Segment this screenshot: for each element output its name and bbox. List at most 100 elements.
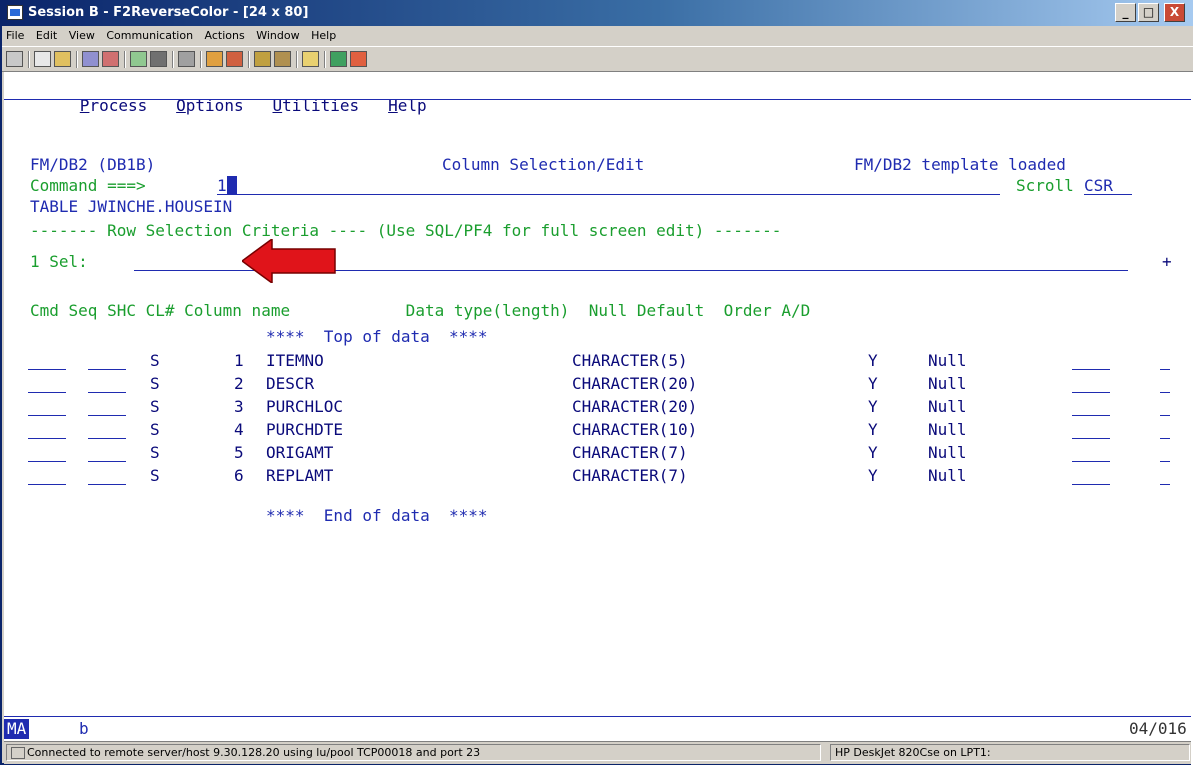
terminal-screen[interactable]: Process Options Utilities Help FM/DB2 (D…: [4, 72, 1191, 716]
minimize-button[interactable]: _: [1115, 3, 1136, 22]
null-flag: Y: [868, 420, 878, 439]
receive-file-icon[interactable]: [102, 51, 119, 67]
connection-icon: [11, 747, 25, 759]
sel-label: 1 Sel:: [30, 252, 88, 271]
order-field[interactable]: [1072, 351, 1110, 370]
copy-icon[interactable]: [34, 51, 51, 67]
window-title: Session B - F2ReverseColor - [24 x 80]: [28, 5, 309, 20]
maximize-button[interactable]: □: [1138, 3, 1159, 22]
data-type: CHARACTER(20): [572, 374, 698, 393]
seq-field[interactable]: [88, 466, 126, 485]
cmd-field[interactable]: [28, 420, 66, 439]
keypad-icon[interactable]: [130, 51, 147, 67]
menu-window[interactable]: Window: [252, 26, 303, 46]
seq-field[interactable]: [88, 420, 126, 439]
default-value: Null: [928, 374, 967, 393]
cmd-field[interactable]: [28, 397, 66, 416]
asc-desc-field[interactable]: [1160, 351, 1170, 370]
send-file-icon[interactable]: [82, 51, 99, 67]
menu-communication[interactable]: Communication: [102, 26, 197, 46]
column-name: ITEMNO: [266, 351, 324, 370]
seq-field[interactable]: [88, 397, 126, 416]
globe-icon[interactable]: [330, 51, 347, 67]
seq-field[interactable]: [88, 351, 126, 370]
column-number: 4: [234, 420, 244, 439]
order-field[interactable]: [1072, 420, 1110, 439]
seq-field[interactable]: [88, 374, 126, 393]
column-name: PURCHDTE: [266, 420, 344, 439]
column-number: 6: [234, 466, 244, 485]
column-number: 1: [234, 351, 244, 370]
oia-session: b: [79, 719, 89, 738]
emulator-window: Session B - F2ReverseColor - [24 x 80] _…: [0, 0, 1193, 765]
column-name: REPLAMT: [266, 466, 334, 485]
command-input[interactable]: 1: [217, 176, 1000, 195]
status-bar: Connected to remote server/host 9.30.128…: [4, 741, 1191, 764]
menu-view[interactable]: View: [65, 26, 99, 46]
asc-desc-field[interactable]: [1160, 466, 1170, 485]
order-field[interactable]: [1072, 466, 1110, 485]
column-name: DESCR: [266, 374, 315, 393]
cursor-position: 04/016: [1129, 719, 1187, 738]
column-number: 3: [234, 397, 244, 416]
null-flag: Y: [868, 351, 878, 370]
shc-value: S: [150, 351, 160, 370]
macro-play-icon[interactable]: [254, 51, 271, 67]
seq-field[interactable]: [88, 443, 126, 462]
more-indicator: +: [1162, 252, 1172, 271]
default-value: Null: [928, 351, 967, 370]
action-bar: Process Options Utilities Help: [22, 76, 427, 115]
end-of-data: **** End of data ****: [266, 506, 488, 525]
menu-actions[interactable]: Actions: [201, 26, 249, 46]
panel-title: Column Selection/Edit: [442, 155, 645, 174]
shc-value: S: [150, 374, 160, 393]
operator-info-area: MA b 04/016: [4, 716, 1191, 741]
scroll-input[interactable]: CSR: [1084, 176, 1132, 195]
status-message: FM/DB2 template loaded: [854, 155, 1066, 174]
printer-status: HP DeskJet 820Cse on LPT1:: [830, 744, 1190, 761]
default-value: Null: [928, 397, 967, 416]
asc-desc-field[interactable]: [1160, 374, 1170, 393]
table-name: TABLE JWINCHE.HOUSEIN: [30, 197, 233, 216]
default-value: Null: [928, 420, 967, 439]
connection-status: Connected to remote server/host 9.30.128…: [6, 744, 821, 761]
order-field[interactable]: [1072, 397, 1110, 416]
scroll-label: Scroll: [1016, 176, 1074, 195]
session-icon: [7, 5, 23, 20]
asc-desc-field[interactable]: [1160, 443, 1170, 462]
close-button[interactable]: X: [1164, 3, 1185, 22]
print-icon[interactable]: [178, 51, 195, 67]
row-selection-criteria-heading: ------- Row Selection Criteria ---- (Use…: [30, 221, 782, 240]
title-bar[interactable]: Session B - F2ReverseColor - [24 x 80] _…: [2, 0, 1193, 26]
menu-help[interactable]: Help: [307, 26, 340, 46]
toolbar: [2, 46, 1193, 72]
cmd-field[interactable]: [28, 374, 66, 393]
menu-edit[interactable]: Edit: [32, 26, 61, 46]
macro-stop-icon[interactable]: [226, 51, 243, 67]
cmd-field[interactable]: [28, 466, 66, 485]
macro-record-icon[interactable]: [206, 51, 223, 67]
order-field[interactable]: [1072, 443, 1110, 462]
screen-icon[interactable]: [150, 51, 167, 67]
cmd-field[interactable]: [28, 351, 66, 370]
top-of-data: **** Top of data ****: [266, 327, 488, 346]
oia-indicator: MA: [4, 719, 30, 739]
paste-icon[interactable]: [54, 51, 71, 67]
red-arrow-annotation: [242, 239, 336, 283]
data-type: CHARACTER(20): [572, 397, 698, 416]
cmd-field[interactable]: [28, 443, 66, 462]
clipboard-icon[interactable]: [302, 51, 319, 67]
data-type: CHARACTER(7): [572, 466, 688, 485]
shc-value: S: [150, 397, 160, 416]
macro-step-icon[interactable]: [274, 51, 291, 67]
display-icon[interactable]: [6, 51, 23, 67]
command-value: 1: [217, 176, 227, 195]
default-value: Null: [928, 443, 967, 462]
asc-desc-field[interactable]: [1160, 397, 1170, 416]
null-flag: Y: [868, 397, 878, 416]
asc-desc-field[interactable]: [1160, 420, 1170, 439]
menu-file[interactable]: File: [2, 26, 28, 46]
order-field[interactable]: [1072, 374, 1110, 393]
column-number: 5: [234, 443, 244, 462]
help-pencil-icon[interactable]: [350, 51, 367, 67]
